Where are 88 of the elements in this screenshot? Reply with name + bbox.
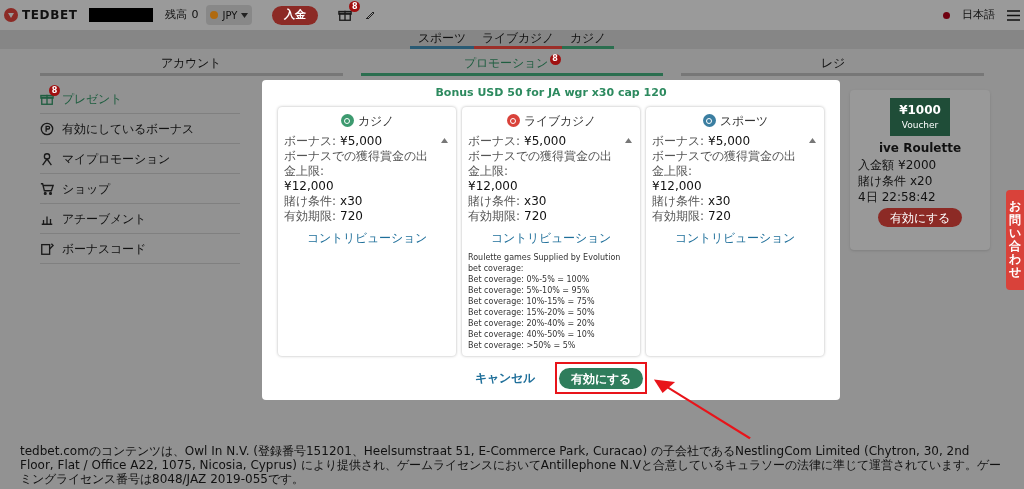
bonus-label: ボーナスでの獲得賞金の出金上限: (468, 148, 613, 179)
sidebar-item[interactable]: マイプロモーション (40, 144, 240, 174)
dialog-title: Bonus USD 50 for JA wgr x30 cap 120 (435, 85, 667, 101)
count-badge: 8 (549, 53, 561, 65)
bonus-value: 720 (708, 208, 731, 224)
bonus-label: ボーナスでの獲得賞金の出金上限: (284, 148, 429, 179)
coverage-note: Bet coverage: 0%-5% = 100% (468, 273, 591, 285)
menu-icon[interactable] (1007, 9, 1020, 21)
bonus-label: ボーナスでの獲得賞金の出金上限: (652, 148, 797, 179)
category-name: スポーツ (719, 112, 768, 130)
flag-icon (943, 11, 950, 19)
sub-nav-tab[interactable]: カジノ (562, 30, 614, 49)
bonus-value: x30 (340, 193, 363, 209)
count-badge: 8 (49, 85, 60, 96)
collapse-icon[interactable] (625, 137, 632, 143)
bonus-value: ¥5,000 (340, 133, 383, 149)
activate-button[interactable]: 有効にする (878, 208, 962, 227)
promo-value: ¥2000 (898, 158, 937, 173)
contribution-link[interactable]: コントリビューション (675, 228, 795, 247)
contact-tab[interactable]: お問い合わせ (1006, 190, 1024, 290)
section-tab[interactable]: レジ (681, 52, 984, 76)
collapse-icon[interactable] (809, 137, 816, 143)
currency-select[interactable]: JPY (206, 5, 253, 25)
category-name: カジノ (357, 112, 394, 130)
bonus-label: 賭け条件: (652, 193, 705, 209)
contribution-link[interactable]: コントリビューション (307, 228, 427, 247)
voucher-label: Voucher (901, 119, 939, 133)
promo-label: 賭け条件 (858, 174, 906, 189)
bonus-label: 有効期限: (284, 208, 337, 224)
sidebar-item[interactable]: ボーナスコード (40, 234, 240, 264)
promo-value: x20 (910, 174, 933, 189)
section-tab[interactable]: プロモーション 8 (360, 52, 664, 76)
promo-value: 22:58:42 (881, 190, 936, 205)
bonus-value: ¥12,000 (284, 178, 334, 194)
bonus-label: ボーナス: (652, 133, 705, 149)
footer-text: tedbet.comのコンテンツは、Owl In N.V. (登録番号151201、Heelsumstraat 51, E-Commerce Park, Curacao) の子会社であるNestlingCom Limited (Chytron, 30, 2nd Floor, Flat / Office A22, 1075, Nicosia, Cyprus) により提供され、ゲームライセンスにおいてAntillephone N.Vと合意しているキュラソーの法律に準じて運営されています。ゲーミングライセンス番号は8048/JAZ 2019-055です。 (20, 444, 1003, 486)
bonus-value: 720 (340, 208, 363, 224)
bonus-value: ¥12,000 (468, 178, 518, 194)
person-icon (40, 151, 54, 166)
contribution-link[interactable]: コントリビューション (491, 228, 611, 247)
cancel-button[interactable]: キャンセル (475, 368, 535, 387)
sub-nav-tab[interactable]: スポーツ (410, 30, 474, 49)
activate-button[interactable]: 有効にする (559, 368, 643, 389)
collapse-icon[interactable] (441, 137, 448, 143)
logo-icon (4, 8, 18, 22)
sidebar-item[interactable]: 有効にしているボーナス (40, 114, 240, 144)
deposit-button[interactable]: 入金 (272, 5, 319, 25)
sidebar-item[interactable]: ショップ (40, 174, 240, 204)
coverage-note: Bet coverage: 15%-20% = 50% (468, 306, 596, 318)
balance-label: 残高 (165, 6, 188, 23)
promo-label: 4日 (858, 190, 878, 205)
promo-title: ive Roulette (878, 140, 962, 157)
coverage-note: Bet coverage: 5%-10% = 95% (468, 284, 591, 296)
bonus-label: ボーナス: (468, 133, 521, 149)
contact-label: お問い合わせ (1009, 200, 1021, 280)
coin-icon (40, 121, 54, 136)
coverage-note: Bet coverage: 10%-15% = 75% (468, 295, 596, 307)
bonus-label: 有効期限: (652, 208, 705, 224)
category-name: ライブカジノ (523, 112, 596, 130)
bonus-label: 賭け条件: (284, 193, 337, 209)
bonus-label: 有効期限: (468, 208, 521, 224)
coverage-note: Roulette games Supplied by Evolution bet coverage: (468, 251, 622, 274)
redacted-bar (89, 8, 154, 22)
logo-text: TEDBET (22, 7, 78, 24)
sidebar-item[interactable]: アチーブメント (40, 204, 240, 234)
promo-label: 入金額 (858, 158, 894, 173)
bonus-value: ¥12,000 (652, 178, 702, 194)
notification-badge: 8 (349, 1, 361, 12)
section-tab[interactable]: アカウント (40, 52, 343, 76)
chevron-down-icon (241, 12, 249, 18)
language-select[interactable]: 日本語 (962, 6, 995, 24)
bonus-value: ¥5,000 (524, 133, 567, 149)
bonus-value: x30 (524, 193, 547, 209)
sidebar-item[interactable]: プレゼント 8 (40, 84, 240, 114)
coverage-note: Bet coverage: 40%-50% = 10% (468, 328, 596, 340)
cart-icon (40, 181, 54, 196)
gift-icon (338, 8, 353, 22)
balance-value: 0 (191, 6, 199, 23)
coverage-note: Bet coverage: >50% = 5% (468, 339, 577, 351)
bonus-label: 賭け条件: (468, 193, 521, 209)
bonus-label: ボーナス: (284, 133, 337, 149)
sub-nav-tab[interactable]: ライブカジノ (474, 30, 562, 49)
coin-icon (210, 11, 219, 19)
bonus-value: x30 (708, 193, 731, 209)
coverage-note: Bet coverage: 20%-40% = 20% (468, 317, 596, 329)
bonus-value: 720 (524, 208, 547, 224)
voucher-amount: ¥1000 (899, 102, 941, 120)
bonus-value: ¥5,000 (708, 133, 751, 149)
